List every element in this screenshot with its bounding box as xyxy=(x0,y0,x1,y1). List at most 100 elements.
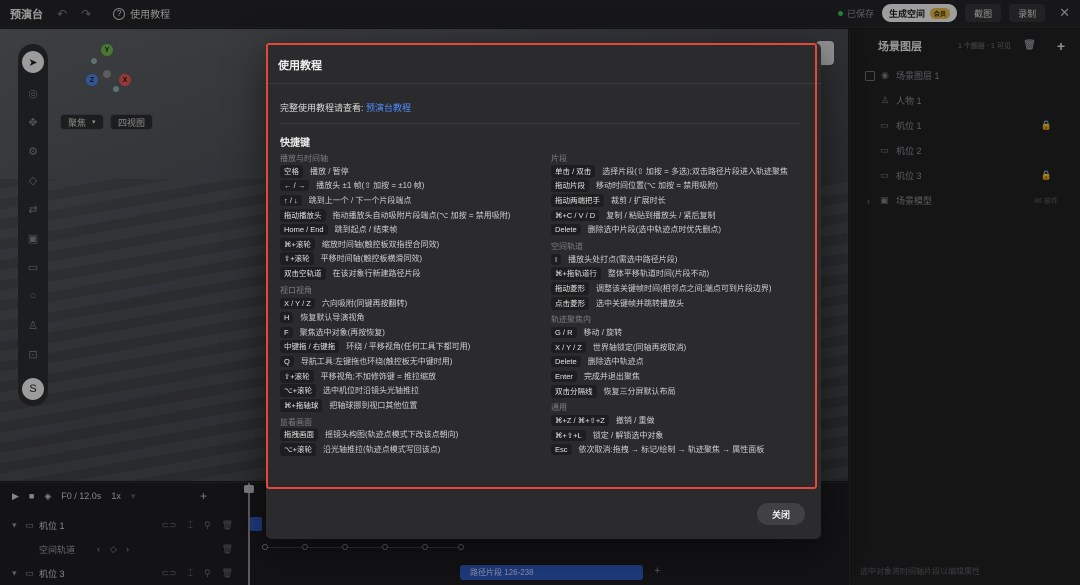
shortcut-desc: 锁定 / 解锁选中对象 xyxy=(592,430,664,440)
shortcut-row: ⇧+滚轮 平移时间轴(触控板横滑同效) xyxy=(280,252,545,267)
shortcut-key: ⌘+Z / ⌘+⇧+Z xyxy=(551,415,609,427)
shortcut-key: 拖动片段 xyxy=(551,179,589,193)
shortcut-row: ↑ / ↓ 跳到上一个 / 下一个片段端点 xyxy=(280,193,545,208)
divider xyxy=(280,123,800,124)
shortcut-row: 拖动片段 移动时间位置(⌥ 加按 = 禁用吸附) xyxy=(551,179,816,194)
shortcut-row: H 恢复默认导演视角 xyxy=(280,310,545,325)
shortcut-row: 双击空轨道 在该对象行新建路径片段 xyxy=(280,266,545,281)
shortcut-row: Esc 依次取消:拖拽 → 标记/绘制 → 轨迹聚焦 → 属性面板 xyxy=(551,443,816,458)
shortcut-row: Delete 删除选中片段(选中轨迹点时优先删点) xyxy=(551,222,816,237)
shortcut-key: 双击空轨道 xyxy=(280,266,326,280)
shortcut-row: 单击 / 双击 选择片段(⇧ 加按 = 多选);双击路径片段进入轨迹聚焦 xyxy=(551,164,816,179)
shortcut-desc: 在该对象行新建路径片段 xyxy=(332,268,421,278)
shortcut-desc: 删除选中片段(选中轨迹点时优先删点) xyxy=(587,225,722,235)
shortcut-row: Delete 删除选中轨迹点 xyxy=(551,355,816,370)
shortcut-key: G / R xyxy=(551,327,577,339)
section-title: 视口视角 xyxy=(280,285,312,295)
shortcuts-column-left: 播放与时间轴 空格 播放 / 暂停 ← / → 播放头 ±1 帧(⇧ 加按 = ±10 … xyxy=(280,153,545,457)
shortcut-row: Home / End 跳到起点 / 结束帧 xyxy=(280,222,545,237)
shortcut-key: 拖动菱形 xyxy=(551,281,589,295)
shortcut-row: ⌘+滚轮 缩放时间轴(触控板双指捏合同效) xyxy=(280,237,545,252)
shortcut-desc: 移动 / 旋转 xyxy=(583,328,623,338)
section-title: 空间轨道 xyxy=(551,241,583,251)
intro-line: 完整使用教程请查看: 预演台教程 xyxy=(280,101,411,114)
shortcut-desc: 选择片段(⇧ 加按 = 多选);双击路径片段进入轨迹聚焦 xyxy=(602,166,788,176)
shortcut-desc: 世界轴锁定(同轴再按取消) xyxy=(592,342,687,352)
shortcut-key: Q xyxy=(280,355,294,367)
shortcut-key: X / Y / Z xyxy=(551,341,586,353)
shortcut-desc: 平移视角;不加修饰键 = 推拉缩放 xyxy=(320,371,437,381)
section-title: 通用 xyxy=(551,403,567,413)
shortcut-row: 点击菱形 选中关键帧并跳转播放头 xyxy=(551,296,816,311)
shortcut-key: Home / End xyxy=(280,224,328,236)
shortcut-desc: 选中机位时沿镜头光轴推拉 xyxy=(323,386,420,396)
shortcut-key: Delete xyxy=(551,356,581,368)
shortcut-key: 空格 xyxy=(280,164,303,178)
shortcut-key: 拖动两端把手 xyxy=(551,193,604,207)
shortcut-row: ⇧+滚轮 平移视角;不加修饰键 = 推拉缩放 xyxy=(280,369,545,384)
shortcut-row: X / Y / Z 世界轴锁定(同轴再按取消) xyxy=(551,340,816,355)
shortcut-key: ⌥+滚轮 xyxy=(280,384,317,398)
section-title: 播放与时间轴 xyxy=(280,154,328,163)
shortcut-desc: 导航工具:左键拖也环绕(触控板无中键时用) xyxy=(300,356,453,366)
shortcut-row: ⌘+拖轴球 把轴球挪到视口其他位置 xyxy=(280,398,545,413)
shortcut-desc: 复制 / 粘贴到播放头 / 紧后复制 xyxy=(606,210,716,220)
divider xyxy=(266,83,821,84)
shortcut-desc: 播放头处打点(需选中路径片段) xyxy=(568,254,678,264)
shortcut-desc: 移动时间位置(⌥ 加按 = 禁用吸附) xyxy=(596,181,718,191)
shortcut-row: 中键拖 / 右键拖 环绕 / 平移视角(任何工具下都可用) xyxy=(280,340,545,355)
shortcut-desc: 播放 / 暂停 xyxy=(310,166,349,176)
shortcut-desc: 环绕 / 平移视角(任何工具下都可用) xyxy=(346,342,471,352)
shortcut-key: 中键拖 / 右键拖 xyxy=(280,340,340,354)
shortcut-key: Enter xyxy=(551,370,577,382)
shortcut-key: ⌥+滚轮 xyxy=(280,442,317,456)
shortcut-desc: 整体平移轨道时间(片段不动) xyxy=(607,269,710,279)
shortcut-key: ← / → xyxy=(280,180,310,192)
shortcut-desc: 沿光轴推拉(轨迹点模式写回该点) xyxy=(323,444,441,454)
shortcut-desc: 完成并退出聚焦 xyxy=(583,371,640,381)
shortcut-desc: 依次取消:拖拽 → 标记/绘制 → 轨迹聚焦 → 属性面板 xyxy=(578,445,765,455)
shortcut-key: 点击菱形 xyxy=(551,296,589,310)
shortcut-row: 拖动菱形 调整该关键帧时间(相邻点之间;端点可到片段边界) xyxy=(551,281,816,296)
shortcut-desc: 播放头 ±1 帧(⇧ 加按 = ±10 帧) xyxy=(316,181,425,191)
shortcut-desc: 聚焦选中对象(再按恢复) xyxy=(299,327,385,337)
shortcut-key: ⌘+拖轨道行 xyxy=(551,267,601,281)
shortcut-desc: 六向吸附(同键再按翻转) xyxy=(321,298,408,308)
shortcut-row: 双击分隔线 恢复三分屏默认布局 xyxy=(551,384,816,399)
tutorial-link[interactable]: 预演台教程 xyxy=(366,103,411,113)
shortcut-desc: 跳到起点 / 结束帧 xyxy=(334,225,398,235)
section-title: 片段 xyxy=(551,154,567,163)
shortcut-row: ⌘+⇧+L 锁定 / 解锁选中对象 xyxy=(551,428,816,443)
shortcut-desc: 调整该关键帧时间(相邻点之间;端点可到片段边界) xyxy=(596,283,772,293)
shortcut-desc: 把轴球挪到视口其他位置 xyxy=(329,400,418,410)
shortcut-row: 拖拽画面 摇镜头构图(轨迹点模式下改该点朝向) xyxy=(280,428,545,443)
shortcut-row: F 聚焦选中对象(再按恢复) xyxy=(280,325,545,340)
shortcut-row: ⌥+滚轮 沿光轴推拉(轨迹点模式写回该点) xyxy=(280,442,545,457)
shortcut-desc: 选中关键帧并跳转播放头 xyxy=(596,298,684,308)
shortcut-desc: 恢复三分屏默认布局 xyxy=(603,386,676,396)
shortcut-row: ⌘+Z / ⌘+⇧+Z 撤销 / 重做 xyxy=(551,413,816,428)
shortcut-desc: 恢复默认导演视角 xyxy=(300,313,365,323)
intro-text: 完整使用教程请查看: xyxy=(280,103,364,113)
shortcut-desc: 跳到上一个 / 下一个片段端点 xyxy=(308,195,412,205)
shortcut-desc: 拖动播放头自动吸附片段端点(⌥ 加按 = 禁用吸附) xyxy=(332,210,511,220)
close-button[interactable]: 关闭 xyxy=(757,503,805,525)
shortcut-desc: 摇镜头构图(轨迹点模式下改该点朝向) xyxy=(325,430,459,440)
dialog-title: 使用教程 xyxy=(278,60,322,72)
shortcuts-column-right: 片段 单击 / 双击 选择片段(⇧ 加按 = 多选);双击路径片段进入轨迹聚焦 拖动片… xyxy=(551,153,816,457)
shortcut-desc: 裁剪 / 扩展时长 xyxy=(611,195,666,205)
shortcut-row: ← / → 播放头 ±1 帧(⇧ 加按 = ±10 帧) xyxy=(280,179,545,194)
shortcut-key: ⌘+拖轴球 xyxy=(280,398,323,412)
shortcut-key: 单击 / 双击 xyxy=(551,164,596,178)
shortcut-key: ⌘+滚轮 xyxy=(280,237,315,251)
shortcut-desc: 缩放时间轴(触控板双指捏合同效) xyxy=(321,239,440,249)
shortcut-row: 拖动播放头 拖动播放头自动吸附片段端点(⌥ 加按 = 禁用吸附) xyxy=(280,208,545,223)
shortcut-key: 拖动播放头 xyxy=(280,208,326,222)
shortcut-key: ⇧+滚轮 xyxy=(280,252,314,266)
shortcut-desc: 删除选中轨迹点 xyxy=(587,357,644,367)
shortcut-row: X / Y / Z 六向吸附(同键再按翻转) xyxy=(280,296,545,311)
shortcut-desc: 平移时间轴(触控板横滑同效) xyxy=(320,254,422,264)
shortcut-row: Q 导航工具:左键拖也环绕(触控板无中键时用) xyxy=(280,354,545,369)
shortcut-key: X / Y / Z xyxy=(280,297,315,309)
shortcut-key: 双击分隔线 xyxy=(551,384,597,398)
